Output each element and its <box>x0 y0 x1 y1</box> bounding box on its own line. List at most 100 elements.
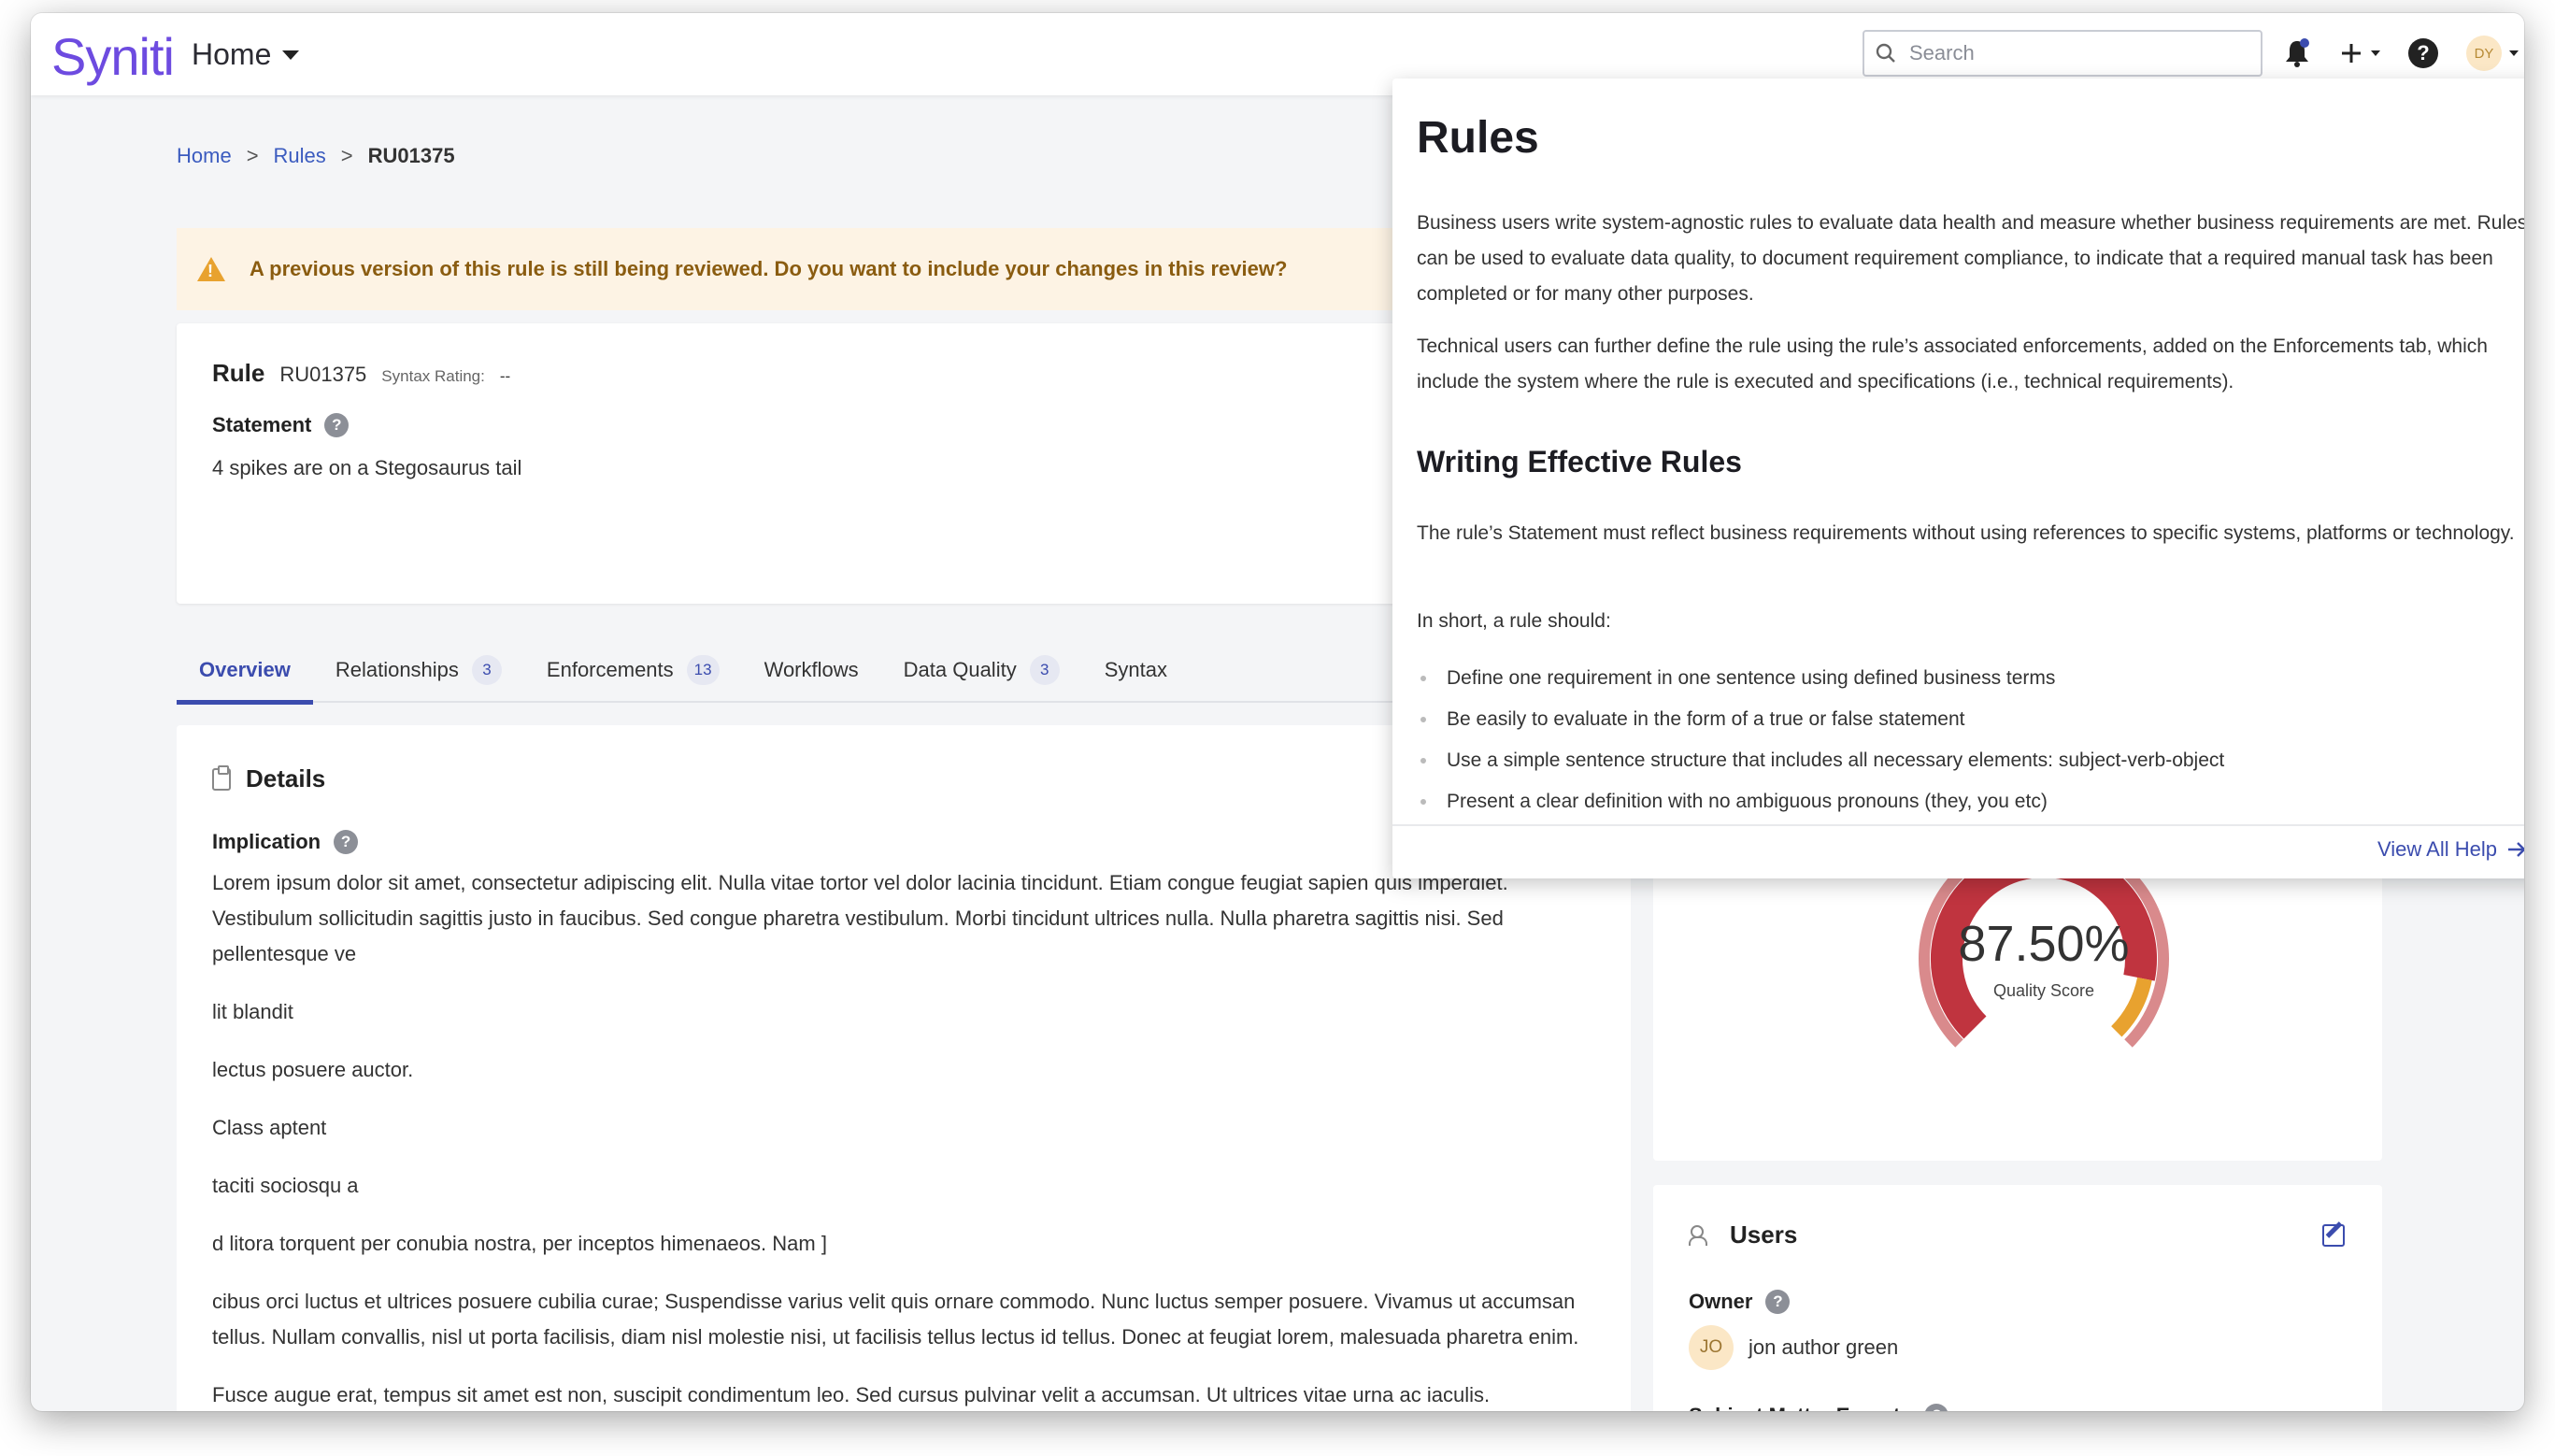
search-icon <box>1876 43 1895 63</box>
notifications-button[interactable] <box>2283 38 2311 68</box>
implication-paragraph: d litora torquent per conubia nostra, pe… <box>212 1232 827 1255</box>
help-list-item: Use a simple sentence structure that inc… <box>1420 740 2224 781</box>
help-paragraph: Business users write system-agnostic rul… <box>1417 212 2524 305</box>
implication-paragraph: Fusce augue erat, tempus sit amet est no… <box>212 1383 1491 1406</box>
count-badge: 3 <box>471 655 502 685</box>
tab-label: Data Quality <box>903 658 1017 681</box>
banner-text: A previous version of this rule is still… <box>250 257 1288 280</box>
chevron-down-icon <box>2509 50 2519 56</box>
help-footer: View All Help <box>1392 824 2524 878</box>
breadcrumb: Home > Rules > RU01375 <box>177 144 455 168</box>
help-paragraph: Technical users can further define the r… <box>1417 335 2488 393</box>
syntax-rating-label: Syntax Rating: <box>381 367 485 385</box>
clipboard-icon <box>212 764 231 791</box>
owner-label-text: Owner <box>1689 1290 1753 1313</box>
tab-overview[interactable]: Overview <box>177 637 313 705</box>
quality-score-label: Quality Score <box>1993 981 2094 1000</box>
rule-card: Rule RU01375 Syntax Rating: -- Statement… <box>177 323 1438 604</box>
bell-icon <box>2286 38 2309 67</box>
tab-enforcements[interactable]: Enforcements 13 <box>524 637 742 703</box>
tab-data-quality[interactable]: Data Quality 3 <box>881 637 1082 703</box>
tab-label: Syntax <box>1104 658 1167 681</box>
tab-workflows[interactable]: Workflows <box>742 637 881 703</box>
home-menu-button[interactable]: Home <box>192 37 300 72</box>
top-icons: ? DY <box>2283 36 2519 71</box>
statement-label: Statement ? <box>212 413 350 437</box>
help-list: Define one requirement in one sentence u… <box>1420 658 2224 822</box>
implication-paragraph: lit blandit <box>212 1000 293 1023</box>
help-paragraph: The rule’s Statement must reflect busine… <box>1417 522 2515 544</box>
users-card: Users Owner ? JO jon author green Subjec… <box>1653 1185 2382 1411</box>
user-menu-button[interactable]: DY <box>2466 36 2519 71</box>
home-menu-label: Home <box>192 37 272 71</box>
avatar: DY <box>2466 36 2502 71</box>
help-paragraph: In short, a rule should: <box>1417 610 1611 632</box>
users-title: Users <box>1730 1220 1798 1249</box>
rule-tabs: Overview Relationships 3 Enforcements 13… <box>177 637 1438 705</box>
implication-label: Implication ? <box>212 830 359 854</box>
statement-text: 4 spikes are on a Stegosaurus tail <box>212 456 522 479</box>
owner-row: JO jon author green <box>1689 1325 1898 1370</box>
question-icon[interactable]: ? <box>1765 1290 1791 1314</box>
question-icon[interactable]: ? <box>324 413 350 437</box>
count-badge: 3 <box>1029 655 1060 685</box>
tab-label: Enforcements <box>546 658 674 681</box>
count-badge: 13 <box>686 655 720 685</box>
implication-paragraph: cibus orci luctus et ultrices posuere cu… <box>212 1290 1579 1349</box>
help-list-item: Be easily to evaluate in the form of a t… <box>1420 699 2224 740</box>
app-window: Syniti Home ? DY Home <box>31 13 2524 1411</box>
tab-syntax[interactable]: Syntax <box>1082 637 1190 703</box>
plus-icon <box>2342 44 2361 63</box>
breadcrumb-separator: > <box>246 144 259 167</box>
breadcrumb-separator: > <box>340 144 353 167</box>
help-button[interactable]: ? <box>2408 38 2438 68</box>
help-list-item: Define one requirement in one sentence u… <box>1420 658 2224 699</box>
view-all-help-link[interactable]: View All Help <box>2377 837 2524 862</box>
help-icon: ? <box>2408 38 2438 68</box>
rule-id: RU01375 <box>279 363 367 386</box>
tab-relationships[interactable]: Relationships 3 <box>313 637 524 703</box>
chevron-down-icon <box>282 50 300 60</box>
question-icon[interactable]: ? <box>1924 1404 1949 1411</box>
details-header: Details <box>212 764 325 793</box>
search-input[interactable] <box>1909 41 2246 65</box>
sme-label: Subject Matter Experts ? <box>1689 1404 1949 1411</box>
help-title: Rules <box>1417 113 1539 163</box>
arrow-right-icon <box>2508 842 2524 857</box>
implication-paragraph: lectus posuere auctor. <box>212 1058 414 1081</box>
search-box[interactable] <box>1863 30 2262 77</box>
help-subheading: Writing Effective Rules <box>1417 445 1742 478</box>
details-title: Details <box>246 764 326 792</box>
syntax-rating-value: -- <box>499 367 511 385</box>
help-panel: Rules Business users write system-agnost… <box>1392 79 2524 878</box>
tab-label: Workflows <box>764 658 859 681</box>
tab-label: Relationships <box>335 658 459 681</box>
edit-icon[interactable] <box>2322 1224 2345 1247</box>
users-icon <box>1689 1224 1715 1246</box>
implication-paragraph: Class aptent <box>212 1116 327 1139</box>
question-icon[interactable]: ? <box>334 830 359 854</box>
syniti-logo[interactable]: Syniti <box>51 26 175 87</box>
owner-name[interactable]: jon author green <box>1749 1335 1898 1360</box>
implication-paragraph: Lorem ipsum dolor sit amet, consectetur … <box>212 871 1508 965</box>
avatar: JO <box>1689 1325 1734 1370</box>
implication-label-text: Implication <box>212 830 321 853</box>
tab-label: Overview <box>199 658 291 681</box>
review-warning-banner: A previous version of this rule is still… <box>177 228 1438 310</box>
sme-label-text: Subject Matter Experts <box>1689 1404 1911 1411</box>
rule-header: Rule RU01375 Syntax Rating: -- <box>212 359 510 388</box>
breadcrumb-home[interactable]: Home <box>177 144 232 168</box>
breadcrumb-current: RU01375 <box>367 144 455 167</box>
implication-text: Lorem ipsum dolor sit amet, consectetur … <box>212 865 1614 1411</box>
view-all-help-label: View All Help <box>2377 837 2497 861</box>
users-header: Users <box>1689 1220 1797 1249</box>
rule-title: Rule <box>212 359 265 387</box>
statement-label-text: Statement <box>212 413 312 436</box>
implication-paragraph: taciti sociosqu a <box>212 1174 359 1197</box>
breadcrumb-rules[interactable]: Rules <box>274 144 326 168</box>
owner-label: Owner ? <box>1689 1290 1791 1314</box>
quality-score-value: 87.50% <box>1958 916 2129 972</box>
help-list-item: Present a clear definition with no ambig… <box>1420 781 2224 822</box>
warning-icon <box>197 257 225 281</box>
create-new-button[interactable] <box>2339 41 2380 65</box>
